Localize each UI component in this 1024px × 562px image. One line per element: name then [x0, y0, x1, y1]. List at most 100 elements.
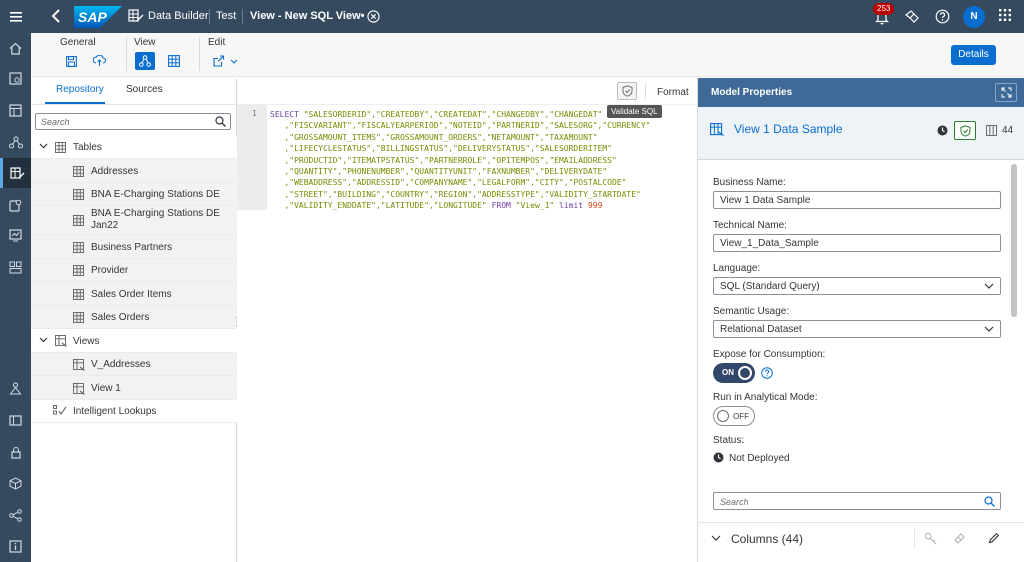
nav-business-builder-icon[interactable] [0, 190, 31, 220]
diagram-view-icon[interactable] [135, 52, 155, 70]
model-title: View 1 Data Sample [734, 122, 843, 136]
search-placeholder: Search [720, 497, 749, 507]
format-button[interactable]: Format [657, 87, 689, 98]
close-tab-icon[interactable] [367, 10, 380, 23]
general-group-label: General [60, 37, 96, 48]
technical-name-field[interactable]: View_1_Data_Sample [713, 234, 1001, 252]
language-label: Language: [713, 263, 761, 274]
view-group-label: View [134, 37, 156, 48]
toggle-state: OFF [733, 412, 749, 421]
tab-repository[interactable]: Repository [56, 84, 104, 95]
code-literal: 999 [587, 201, 603, 211]
chevron-down-icon[interactable] [984, 283, 994, 289]
chevron-down-icon[interactable] [711, 535, 721, 541]
details-button[interactable]: Details [951, 45, 996, 65]
nav-space-management-icon[interactable] [0, 373, 31, 403]
tree-folder-tables[interactable]: Tables [31, 136, 237, 159]
deploy-icon[interactable] [89, 52, 109, 70]
semantic-usage-select[interactable]: Relational Dataset [713, 320, 1001, 338]
tree-item-table[interactable]: BNA E-Charging Stations DE Jan22 [31, 206, 237, 235]
nav-modeler-icon[interactable] [0, 127, 31, 157]
data-builder-icon [128, 9, 144, 23]
language-select[interactable]: SQL (Standard Query) [713, 277, 1001, 295]
nav-network-icon[interactable] [0, 500, 31, 530]
nav-transport-icon[interactable] [0, 468, 31, 498]
tree-item-view[interactable]: View 1 [31, 376, 237, 400]
toggle-knob [717, 410, 729, 422]
nav-home-icon[interactable] [0, 33, 31, 63]
menu-icon[interactable] [0, 0, 32, 33]
product-switch-icon[interactable] [999, 9, 1011, 21]
help-icon[interactable] [935, 9, 950, 24]
sap-logo-text: SAP [78, 9, 107, 25]
expose-toggle[interactable]: ON [713, 363, 755, 383]
nav-catalog-icon[interactable] [0, 63, 31, 93]
nav-security-icon[interactable] [0, 437, 31, 467]
sql-code[interactable]: SELECT "SALESORDERID","CREATEDBY","CREAT… [270, 109, 651, 212]
intelligent-lookup-icon [53, 405, 67, 417]
search-icon[interactable] [984, 496, 995, 507]
help-icon[interactable] [761, 367, 773, 379]
shield-check-icon [622, 85, 632, 97]
sql-editor[interactable]: Format Validate SQL 1 SELECT "SALESORDER… [237, 78, 697, 562]
panel-scrollbar[interactable] [1011, 164, 1017, 317]
nav-repository-icon[interactable] [0, 95, 31, 125]
export-menu-icon[interactable] [211, 52, 241, 70]
model-properties-panel: Model Properties View 1 Data Sample 44 B… [697, 78, 1024, 562]
table-icon [73, 289, 84, 300]
tab-sources[interactable]: Sources [126, 84, 163, 95]
chevron-down-icon[interactable] [39, 143, 48, 149]
breadcrumb-space[interactable]: Test [216, 10, 236, 22]
view-icon [73, 383, 85, 395]
nav-connections-icon[interactable] [0, 405, 31, 435]
analytical-mode-label: Run in Analytical Mode: [713, 392, 818, 403]
nav-analytics-icon[interactable] [0, 220, 31, 250]
nav-info-icon[interactable] [0, 531, 31, 561]
tree-folder-views[interactable]: Views [31, 329, 237, 353]
tree-item-label: Sales Order Items [91, 289, 172, 300]
reorder-icon[interactable] [953, 532, 966, 545]
columns-search-input[interactable]: Search [713, 492, 1001, 510]
save-icon[interactable] [61, 52, 81, 70]
validate-sql-button[interactable] [617, 82, 637, 100]
tree-item-label: Sales Orders [91, 312, 150, 323]
tree-item-label: Business Partners [91, 242, 173, 253]
field-value: Relational Dataset [720, 324, 802, 335]
back-icon[interactable] [50, 8, 62, 24]
repository-tabs: Repository Sources [31, 78, 237, 105]
table-icon [73, 265, 84, 276]
tree-item-table[interactable]: BNA E-Charging Stations DE [31, 183, 237, 206]
key-icon[interactable] [924, 532, 937, 545]
nav-data-integration-icon[interactable] [0, 252, 31, 282]
user-avatar[interactable]: N [963, 6, 985, 28]
chevron-down-icon[interactable] [984, 326, 994, 332]
business-name-label: Business Name: [713, 177, 786, 188]
code-line: ,"FISCVARIANT","FISCALYEARPERIOD","NOTEI… [270, 121, 651, 131]
breadcrumb-object: View - New SQL View• [250, 10, 365, 22]
tree-item-table[interactable]: Business Partners [31, 235, 237, 259]
analytical-mode-toggle[interactable]: OFF [713, 406, 755, 426]
code-line: ,"VALIDITY_ENDDATE","LATITUDE","LONGITUD… [270, 201, 487, 211]
tree-item-table[interactable]: Addresses [31, 159, 237, 183]
validation-status-button[interactable] [954, 121, 976, 140]
edit-group-label: Edit [208, 37, 226, 48]
chevron-down-icon[interactable] [39, 337, 48, 343]
table-icon [73, 166, 84, 177]
repository-search-input[interactable]: Search [35, 113, 231, 130]
tree-item-table[interactable]: Provider [31, 259, 237, 282]
search-icon[interactable] [215, 116, 226, 127]
edit-icon[interactable] [988, 532, 1000, 544]
code-line: ,"LIFECYCLESTATUS","BILLINGSTATUS","DELI… [270, 144, 612, 154]
technical-name-label: Technical Name: [713, 220, 787, 231]
expand-icon[interactable] [995, 83, 1017, 102]
table-view-icon[interactable] [164, 52, 184, 70]
feedback-icon[interactable] [904, 9, 920, 25]
tree-item-view[interactable]: V_Addresses [31, 353, 237, 376]
breadcrumb-app[interactable]: Data Builder [148, 10, 209, 22]
tree-item-table[interactable]: Sales Orders [31, 306, 237, 329]
tree-item-table[interactable]: Sales Order Items [31, 282, 237, 306]
columns-section-title[interactable]: Columns (44) [731, 532, 803, 546]
tree-folder-intelligent-lookups[interactable]: Intelligent Lookups [31, 400, 237, 423]
business-name-field[interactable]: View 1 Data Sample [713, 191, 1001, 209]
nav-data-builder-icon[interactable] [0, 158, 31, 188]
